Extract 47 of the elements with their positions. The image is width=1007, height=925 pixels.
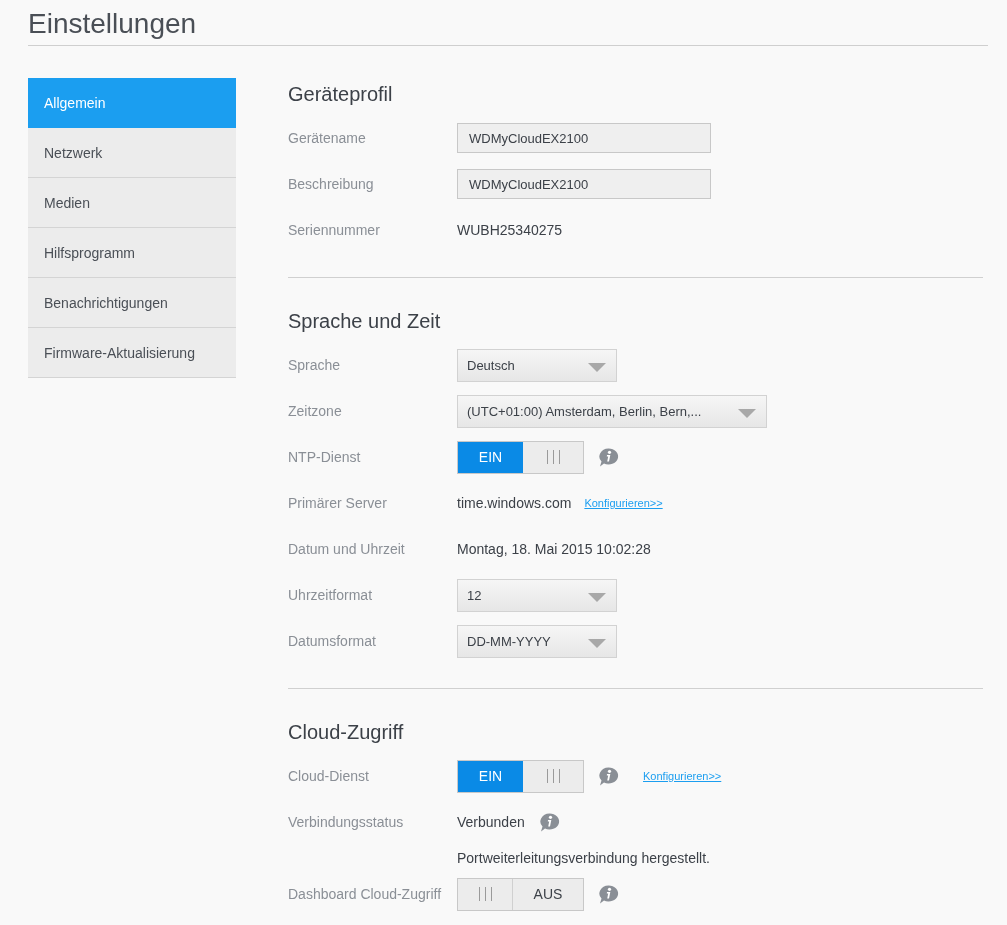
field-label: Datum und Uhrzeit [288, 541, 406, 557]
info-icon[interactable] [598, 766, 619, 786]
dropdown[interactable]: Deutsch [457, 348, 617, 382]
field-label: Sprache [288, 357, 342, 373]
caret-icon [588, 592, 606, 602]
field-label: Datumsformat [288, 633, 377, 649]
field-label: Primärer Server [288, 495, 388, 511]
section-heading: Cloud-Zugriff [288, 720, 405, 745]
caret-icon [588, 362, 606, 372]
toggle-switch[interactable]: EIN [457, 759, 584, 793]
field-value: time.windows.com [457, 495, 572, 511]
info-icon[interactable] [598, 884, 619, 904]
toggle-switch[interactable]: AUS [457, 877, 584, 911]
sidebar-item[interactable]: Hilfsprogramm [28, 228, 236, 278]
dropdown[interactable]: DD-MM-YYYY [457, 624, 617, 658]
sidebar-item[interactable]: Benachrichtigungen [28, 278, 236, 328]
section-heading: Sprache und Zeit [288, 309, 442, 334]
field-label: Dashboard Cloud-Zugriff [288, 886, 443, 902]
text-field[interactable]: WDMyCloudEX2100 [457, 123, 711, 153]
grip-icon [478, 887, 492, 901]
field-label: Beschreibung [288, 176, 375, 192]
grip-icon [546, 450, 560, 464]
field-label: NTP-Dienst [288, 449, 362, 465]
field-label: Verbindungsstatus [288, 814, 405, 830]
grip-icon [546, 769, 560, 783]
sidebar-item[interactable]: Medien [28, 178, 236, 228]
field-label: Cloud-Dienst [288, 768, 370, 784]
text-field[interactable]: WDMyCloudEX2100 [457, 169, 711, 199]
field-label: Zeitzone [288, 403, 343, 419]
field-label: Uhrzeitformat [288, 587, 374, 603]
page-title: Einstellungen [28, 0, 988, 46]
field-value: Verbunden [457, 814, 525, 830]
toggle-switch[interactable]: EIN [457, 440, 584, 474]
caret-icon [738, 408, 756, 418]
dropdown[interactable]: (UTC+01:00) Amsterdam, Berlin, Bern,... [457, 394, 767, 428]
field-label: Gerätename [288, 130, 367, 146]
dropdown[interactable]: 12 [457, 578, 617, 612]
caret-icon [588, 638, 606, 648]
field-value: WUBH25340275 [457, 222, 563, 238]
section-heading: Geräteprofil [288, 82, 394, 107]
sidebar-item[interactable]: Netzwerk [28, 128, 236, 178]
info-icon[interactable] [538, 812, 560, 832]
field-label: Seriennummer [288, 222, 381, 238]
sidebar-item[interactable]: Firmware-Aktualisierung [28, 328, 236, 378]
status-note: Portweiterleitungsverbindung hergestellt. [457, 850, 710, 866]
info-icon[interactable] [598, 447, 619, 467]
field-value: Montag, 18. Mai 2015 10:02:28 [457, 541, 651, 557]
